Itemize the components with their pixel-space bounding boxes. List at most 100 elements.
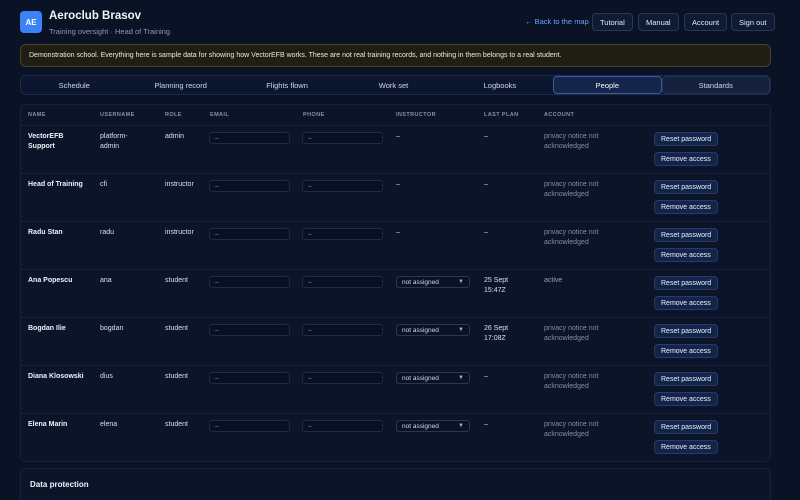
phone-field[interactable]: – [302, 372, 383, 384]
column-header-instructor: INSTRUCTOR [396, 112, 436, 118]
person-role: instructor [165, 181, 194, 188]
instructor-select[interactable]: not assigned ▼ [396, 276, 470, 288]
manual-button[interactable]: Manual [638, 13, 679, 31]
table-row: Diana Klosowski dius student – – not ass… [21, 365, 770, 413]
tab-logbooks[interactable]: Logbooks [447, 76, 553, 94]
instructor-value: – [396, 133, 400, 140]
table-row: Radu Stan radu instructor – – – – privac… [21, 221, 770, 269]
chevron-down-icon: ▼ [458, 327, 464, 333]
instructor-select-value: not assigned [402, 374, 439, 382]
column-header-account: ACCOUNT [544, 112, 575, 118]
phone-field[interactable]: – [302, 228, 383, 240]
email-field[interactable]: – [209, 276, 290, 288]
phone-field[interactable]: – [302, 180, 383, 192]
data-protection-title: Data protection [30, 480, 89, 489]
account-status: privacy notice not acknowledged [544, 325, 599, 342]
reset-password-button[interactable]: Reset password [654, 420, 719, 434]
tab-standards[interactable]: Standards [661, 76, 770, 94]
person-role: student [165, 325, 188, 332]
last-plan-value: – [484, 229, 488, 236]
remove-access-button[interactable]: Remove access [654, 392, 718, 406]
instructor-select-value: not assigned [402, 326, 439, 334]
instructor-value: – [396, 181, 400, 188]
reset-password-button[interactable]: Reset password [654, 228, 719, 242]
person-username: platform-admin [100, 133, 128, 150]
account-status: privacy notice not acknowledged [544, 421, 599, 438]
person-role: instructor [165, 229, 194, 236]
column-header-name: NAME [28, 112, 46, 118]
account-button[interactable]: Account [684, 13, 728, 31]
remove-access-button[interactable]: Remove access [654, 440, 718, 454]
phone-field[interactable]: – [302, 420, 383, 432]
table-row: Bogdan Ilie bogdan student – – not assig… [21, 317, 770, 365]
sign-out-button[interactable]: Sign out [731, 13, 775, 31]
person-username: bogdan [100, 325, 124, 332]
account-status: active [544, 277, 563, 284]
person-name: Diana Klosowski [28, 373, 84, 380]
instructor-select-value: not assigned [402, 422, 439, 430]
reset-password-button[interactable]: Reset password [654, 180, 719, 194]
tutorial-button[interactable]: Tutorial [592, 13, 633, 31]
person-name: VectorEFB Support [28, 133, 64, 150]
account-status: privacy notice not acknowledged [544, 133, 599, 150]
last-plan-value: – [484, 421, 488, 428]
chevron-down-icon: ▼ [458, 375, 464, 381]
email-field[interactable]: – [209, 324, 290, 336]
phone-field[interactable]: – [302, 324, 383, 336]
tab-schedule[interactable]: Schedule [21, 76, 127, 94]
person-username: radu [100, 229, 115, 236]
tab-work-set[interactable]: Work set [340, 76, 446, 94]
last-plan-value: – [484, 133, 488, 140]
tab-people[interactable]: People [553, 76, 662, 94]
person-username: dius [100, 373, 113, 380]
tab-planning-record[interactable]: Planning record [127, 76, 233, 94]
phone-field[interactable]: – [302, 276, 383, 288]
table-row: Head of Training cfi instructor – – – – … [21, 173, 770, 221]
reset-password-button[interactable]: Reset password [654, 132, 719, 146]
email-field[interactable]: – [209, 228, 290, 240]
column-header-role: ROLE [165, 112, 182, 118]
reset-password-button[interactable]: Reset password [654, 372, 719, 386]
reset-password-button[interactable]: Reset password [654, 324, 719, 338]
email-field[interactable]: – [209, 180, 290, 192]
person-name: Radu Stan [28, 229, 63, 236]
person-name: Head of Training [28, 181, 83, 188]
person-name: Ana Popescu [28, 277, 73, 284]
account-status: privacy notice not acknowledged [544, 373, 599, 390]
remove-access-button[interactable]: Remove access [654, 152, 718, 166]
instructor-select[interactable]: not assigned ▼ [396, 420, 470, 432]
remove-access-button[interactable]: Remove access [654, 200, 718, 214]
last-plan-value: 26 Sept 17:08Z [484, 325, 509, 342]
last-plan-value: – [484, 373, 488, 380]
person-role: student [165, 421, 188, 428]
demo-notice-banner: Demonstration school. Everything here is… [20, 44, 771, 67]
email-field[interactable]: – [209, 132, 290, 144]
person-name: Elena Marin [28, 421, 68, 428]
email-field[interactable]: – [209, 372, 290, 384]
app-title: Aeroclub Brasov [49, 10, 142, 22]
table-row: VectorEFB Support platform-admin admin –… [21, 125, 770, 173]
person-role: student [165, 277, 188, 284]
instructor-select[interactable]: not assigned ▼ [396, 372, 470, 384]
reset-password-button[interactable]: Reset password [654, 276, 719, 290]
tab-flights-flown[interactable]: Flights flown [234, 76, 340, 94]
phone-field[interactable]: – [302, 132, 383, 144]
app-subtitle: Training oversight · Head of Training [49, 27, 171, 36]
remove-access-button[interactable]: Remove access [654, 248, 718, 262]
person-role: student [165, 373, 188, 380]
person-username: cfi [100, 181, 107, 188]
column-header-phone: PHONE [303, 112, 325, 118]
email-field[interactable]: – [209, 420, 290, 432]
last-plan-value: – [484, 181, 488, 188]
remove-access-button[interactable]: Remove access [654, 296, 718, 310]
chevron-down-icon: ▼ [458, 279, 464, 285]
instructor-select-value: not assigned [402, 278, 439, 286]
instructor-select[interactable]: not assigned ▼ [396, 324, 470, 336]
person-username: ana [100, 277, 112, 284]
back-to-map-link[interactable]: ← Back to the map [525, 17, 589, 26]
table-row: Ana Popescu ana student – – not assigned… [21, 269, 770, 317]
column-header-username: USERNAME [100, 112, 135, 118]
data-protection-panel: Data protection [20, 468, 771, 500]
column-header-email: EMAIL [210, 112, 230, 118]
remove-access-button[interactable]: Remove access [654, 344, 718, 358]
